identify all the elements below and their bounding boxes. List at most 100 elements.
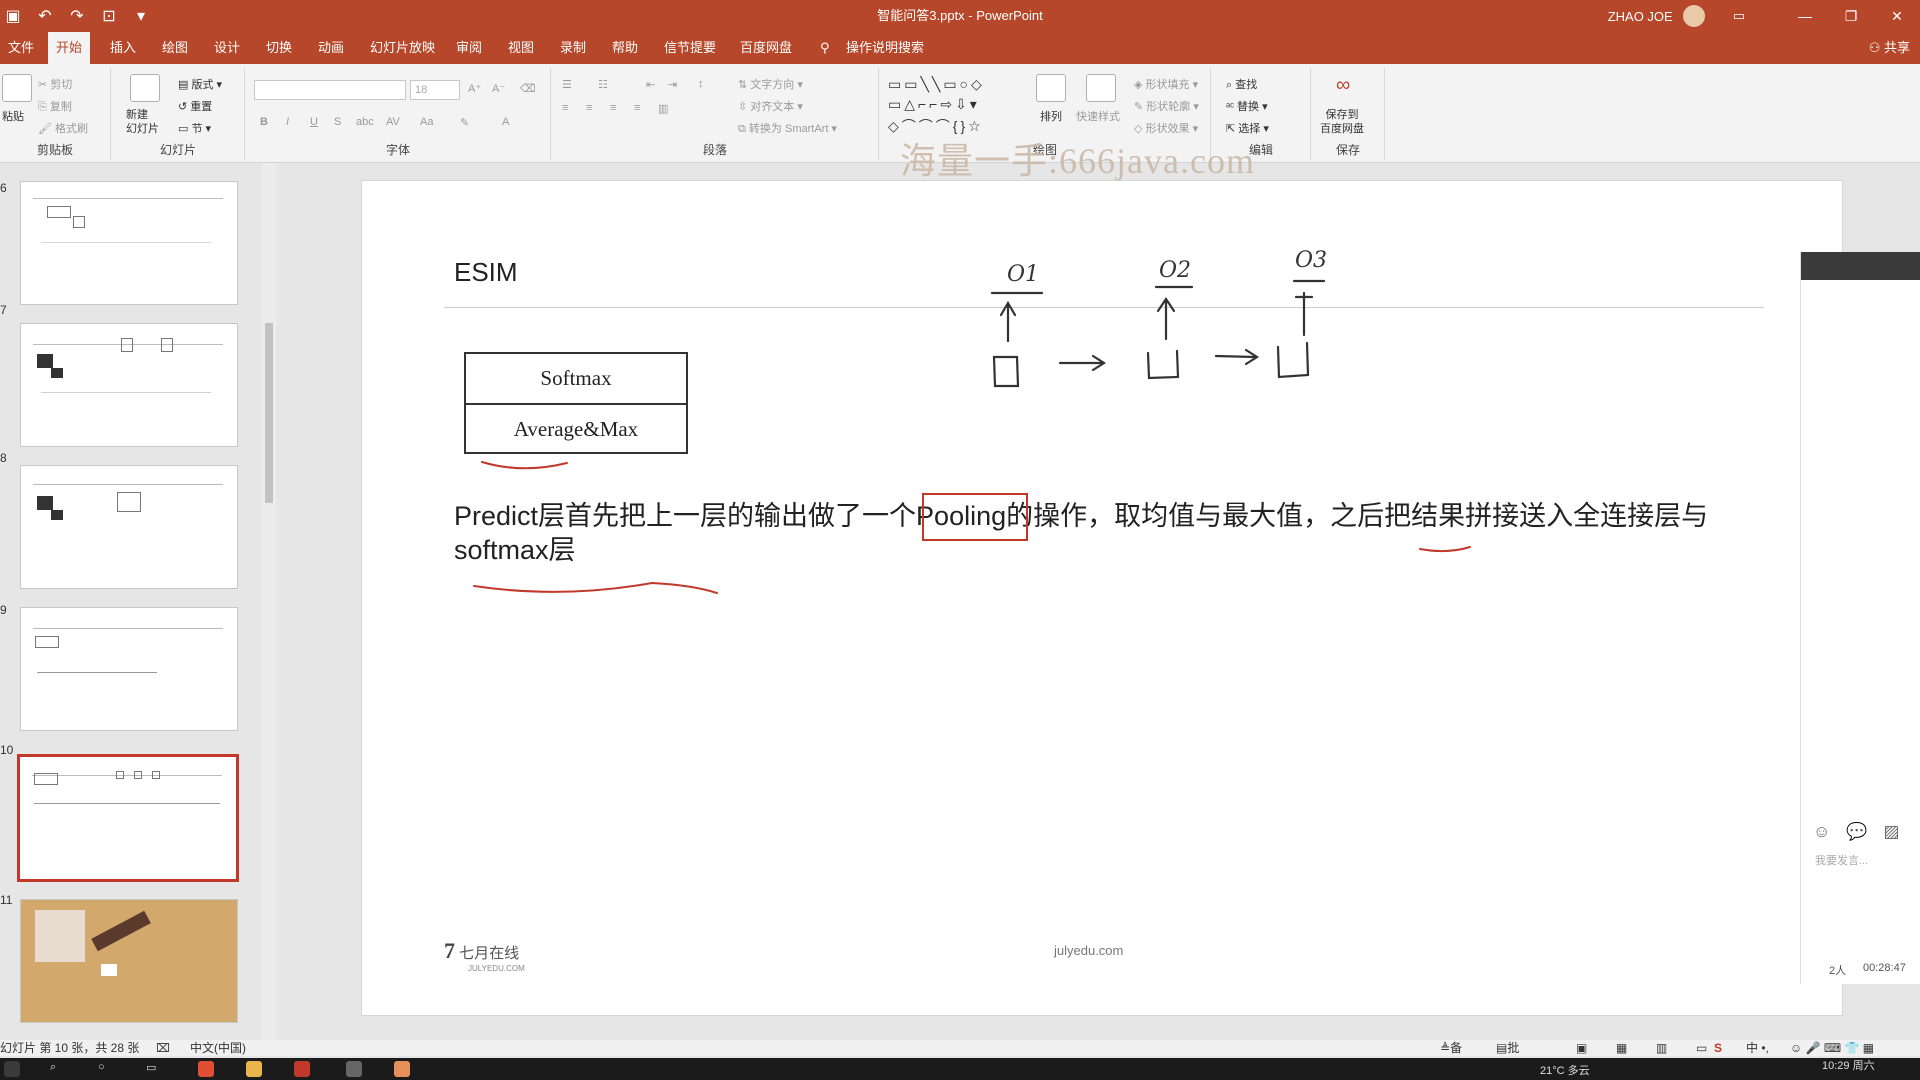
quick-styles-button[interactable]: 快速样式 xyxy=(1076,108,1120,124)
tab-review[interactable]: 审阅 xyxy=(448,32,490,64)
justify-icon[interactable]: ≡ xyxy=(634,102,640,114)
scrollbar-thumb[interactable] xyxy=(265,323,273,503)
image-icon[interactable]: ▨ xyxy=(1884,822,1900,842)
notes-button[interactable]: ≜ 备注 xyxy=(1440,1040,1462,1071)
quick-styles-icon[interactable] xyxy=(1086,74,1116,102)
tell-me-search[interactable]: 操作说明搜索 xyxy=(838,32,932,64)
align-right-icon[interactable]: ≡ xyxy=(610,102,616,114)
tab-transitions[interactable]: 切换 xyxy=(258,32,300,64)
weather[interactable]: 21°C 多云 xyxy=(1540,1062,1590,1078)
app-icon-1[interactable] xyxy=(198,1061,214,1077)
normal-view-icon[interactable]: ▣ xyxy=(1576,1040,1587,1056)
slide-canvas[interactable]: ESIM Softmax Average&Max Predict层首先把上一层的… xyxy=(361,180,1843,1016)
user-account[interactable]: ZHAO JOE ▭ xyxy=(1608,0,1745,32)
accessibility-icon[interactable]: ⌧ xyxy=(156,1040,170,1056)
tab-record[interactable]: 录制 xyxy=(552,32,594,64)
replace-button[interactable]: ᵃᶜ 替换 ▾ xyxy=(1226,98,1268,114)
ime-toolbar-icons[interactable]: ☺ 🎤 ⌨ 👕 ▦ xyxy=(1790,1040,1874,1056)
increase-indent-icon[interactable]: ⇥ xyxy=(668,78,677,91)
slide-thumbnail-active[interactable] xyxy=(17,754,239,882)
tab-help[interactable]: 帮助 xyxy=(604,32,646,64)
clear-format-icon[interactable]: ⌫ xyxy=(520,82,536,95)
slide-thumbnail[interactable] xyxy=(20,465,238,589)
align-text-button[interactable]: ⇳ 对齐文本 ▾ xyxy=(738,98,803,114)
cortana-icon[interactable]: ○ xyxy=(98,1061,105,1073)
columns-icon[interactable]: ▥ xyxy=(658,102,668,115)
chat-input[interactable]: 我要发言... xyxy=(1815,852,1868,868)
tab-outline[interactable]: 信节提要 xyxy=(656,32,724,64)
baidu-cloud-icon[interactable]: ∞ xyxy=(1336,74,1350,97)
copy-button[interactable]: ⎘ 复制 xyxy=(38,98,72,114)
italic-icon[interactable]: I xyxy=(286,116,289,128)
paste-button[interactable]: 粘贴 xyxy=(2,108,24,124)
ime-mode[interactable]: 中 •, xyxy=(1746,1040,1769,1056)
shapes-gallery[interactable]: ▭▭╲╲▭○◇ xyxy=(888,76,985,93)
tab-view[interactable]: 视图 xyxy=(500,32,542,64)
cut-button[interactable]: ✂ 剪切 xyxy=(38,76,72,92)
change-case-icon[interactable]: Aa xyxy=(420,116,433,128)
start-icon[interactable] xyxy=(4,1061,20,1077)
layout-button[interactable]: ▤ 版式 ▾ xyxy=(178,76,222,92)
tab-baidu-pan[interactable]: 百度网盘 xyxy=(732,32,800,64)
share-button[interactable]: ⚇ 共享 xyxy=(1869,32,1910,64)
minimize-icon[interactable]: — xyxy=(1782,0,1828,32)
slide-sorter-icon[interactable]: ▦ xyxy=(1616,1040,1627,1056)
comment-icon[interactable]: 💬 xyxy=(1846,822,1867,842)
emoji-icon[interactable]: ☺ xyxy=(1813,822,1830,842)
shadow-icon[interactable]: S xyxy=(334,116,341,128)
slide-thumbnail[interactable] xyxy=(20,607,238,731)
align-center-icon[interactable]: ≡ xyxy=(586,102,592,114)
paste-icon[interactable] xyxy=(2,74,32,102)
slide-thumbnail[interactable] xyxy=(20,899,238,1023)
avatar[interactable] xyxy=(1682,5,1705,27)
slide-thumbnail[interactable] xyxy=(20,181,238,305)
app-icon-4[interactable] xyxy=(346,1061,362,1077)
smartart-button[interactable]: ⧉ 转换为 SmartArt ▾ xyxy=(738,120,837,136)
sogou-ime-icon[interactable]: S xyxy=(1714,1040,1722,1056)
highlight-icon[interactable]: ✎ xyxy=(460,116,469,129)
reset-button[interactable]: ↺ 重置 xyxy=(178,98,212,114)
bold-icon[interactable]: B xyxy=(260,116,268,128)
ribbon-display-icon[interactable]: ▭ xyxy=(1733,8,1745,24)
tab-animations[interactable]: 动画 xyxy=(310,32,352,64)
clock[interactable]: 10:29 周六 xyxy=(1822,1057,1875,1073)
align-left-icon[interactable]: ≡ xyxy=(562,102,568,114)
powerpoint-icon[interactable] xyxy=(294,1061,310,1077)
search-icon[interactable]: ⌕ xyxy=(50,1061,56,1074)
tab-file[interactable]: 文件 xyxy=(0,32,42,64)
folder-icon[interactable] xyxy=(246,1061,262,1077)
arrange-icon[interactable] xyxy=(1036,74,1066,102)
tab-draw[interactable]: 绘图 xyxy=(154,32,196,64)
restore-icon[interactable]: ❐ xyxy=(1828,0,1874,32)
tab-insert[interactable]: 插入 xyxy=(102,32,144,64)
tab-slideshow[interactable]: 幻灯片放映 xyxy=(362,32,443,64)
font-color-icon[interactable]: A xyxy=(502,116,509,128)
char-spacing-icon[interactable]: AV xyxy=(386,116,400,128)
arrange-button[interactable]: 排列 xyxy=(1040,108,1062,124)
slideshow-icon[interactable]: ▭ xyxy=(1696,1040,1707,1056)
save-to-baidu-button[interactable]: 保存到 百度网盘 xyxy=(1320,108,1364,136)
new-slide-button[interactable]: 新建 幻灯片 xyxy=(126,108,159,136)
decrease-indent-icon[interactable]: ⇤ xyxy=(646,78,655,91)
app-icon-5[interactable] xyxy=(394,1061,410,1077)
numbering-icon[interactable]: ☷ xyxy=(598,78,608,91)
underline-icon[interactable]: U xyxy=(310,116,318,128)
new-slide-icon[interactable] xyxy=(130,74,160,102)
shrink-font-icon[interactable]: A⁻ xyxy=(492,82,505,95)
tab-design[interactable]: 设计 xyxy=(206,32,248,64)
find-button[interactable]: ⌕ 查找 xyxy=(1226,76,1257,92)
bullets-icon[interactable]: ☰ xyxy=(562,78,572,91)
line-spacing-icon[interactable]: ↕ xyxy=(698,78,704,90)
slide-thumbnail[interactable] xyxy=(20,323,238,447)
tab-home[interactable]: 开始 xyxy=(48,32,91,64)
strikethrough-icon[interactable]: abc xyxy=(356,116,374,128)
thumbnail-scrollbar[interactable] xyxy=(262,163,276,1043)
grow-font-icon[interactable]: A⁺ xyxy=(468,82,481,95)
font-size-field[interactable]: 18 xyxy=(410,80,460,100)
close-icon[interactable]: ✕ xyxy=(1874,0,1920,32)
language-indicator[interactable]: 中文(中国) xyxy=(190,1040,246,1056)
font-name-field[interactable] xyxy=(254,80,406,100)
shape-fill-button[interactable]: ◈ 形状填充 ▾ xyxy=(1134,76,1198,92)
task-view-icon[interactable]: ▭ xyxy=(146,1061,156,1074)
reading-view-icon[interactable]: ▥ xyxy=(1656,1040,1667,1056)
